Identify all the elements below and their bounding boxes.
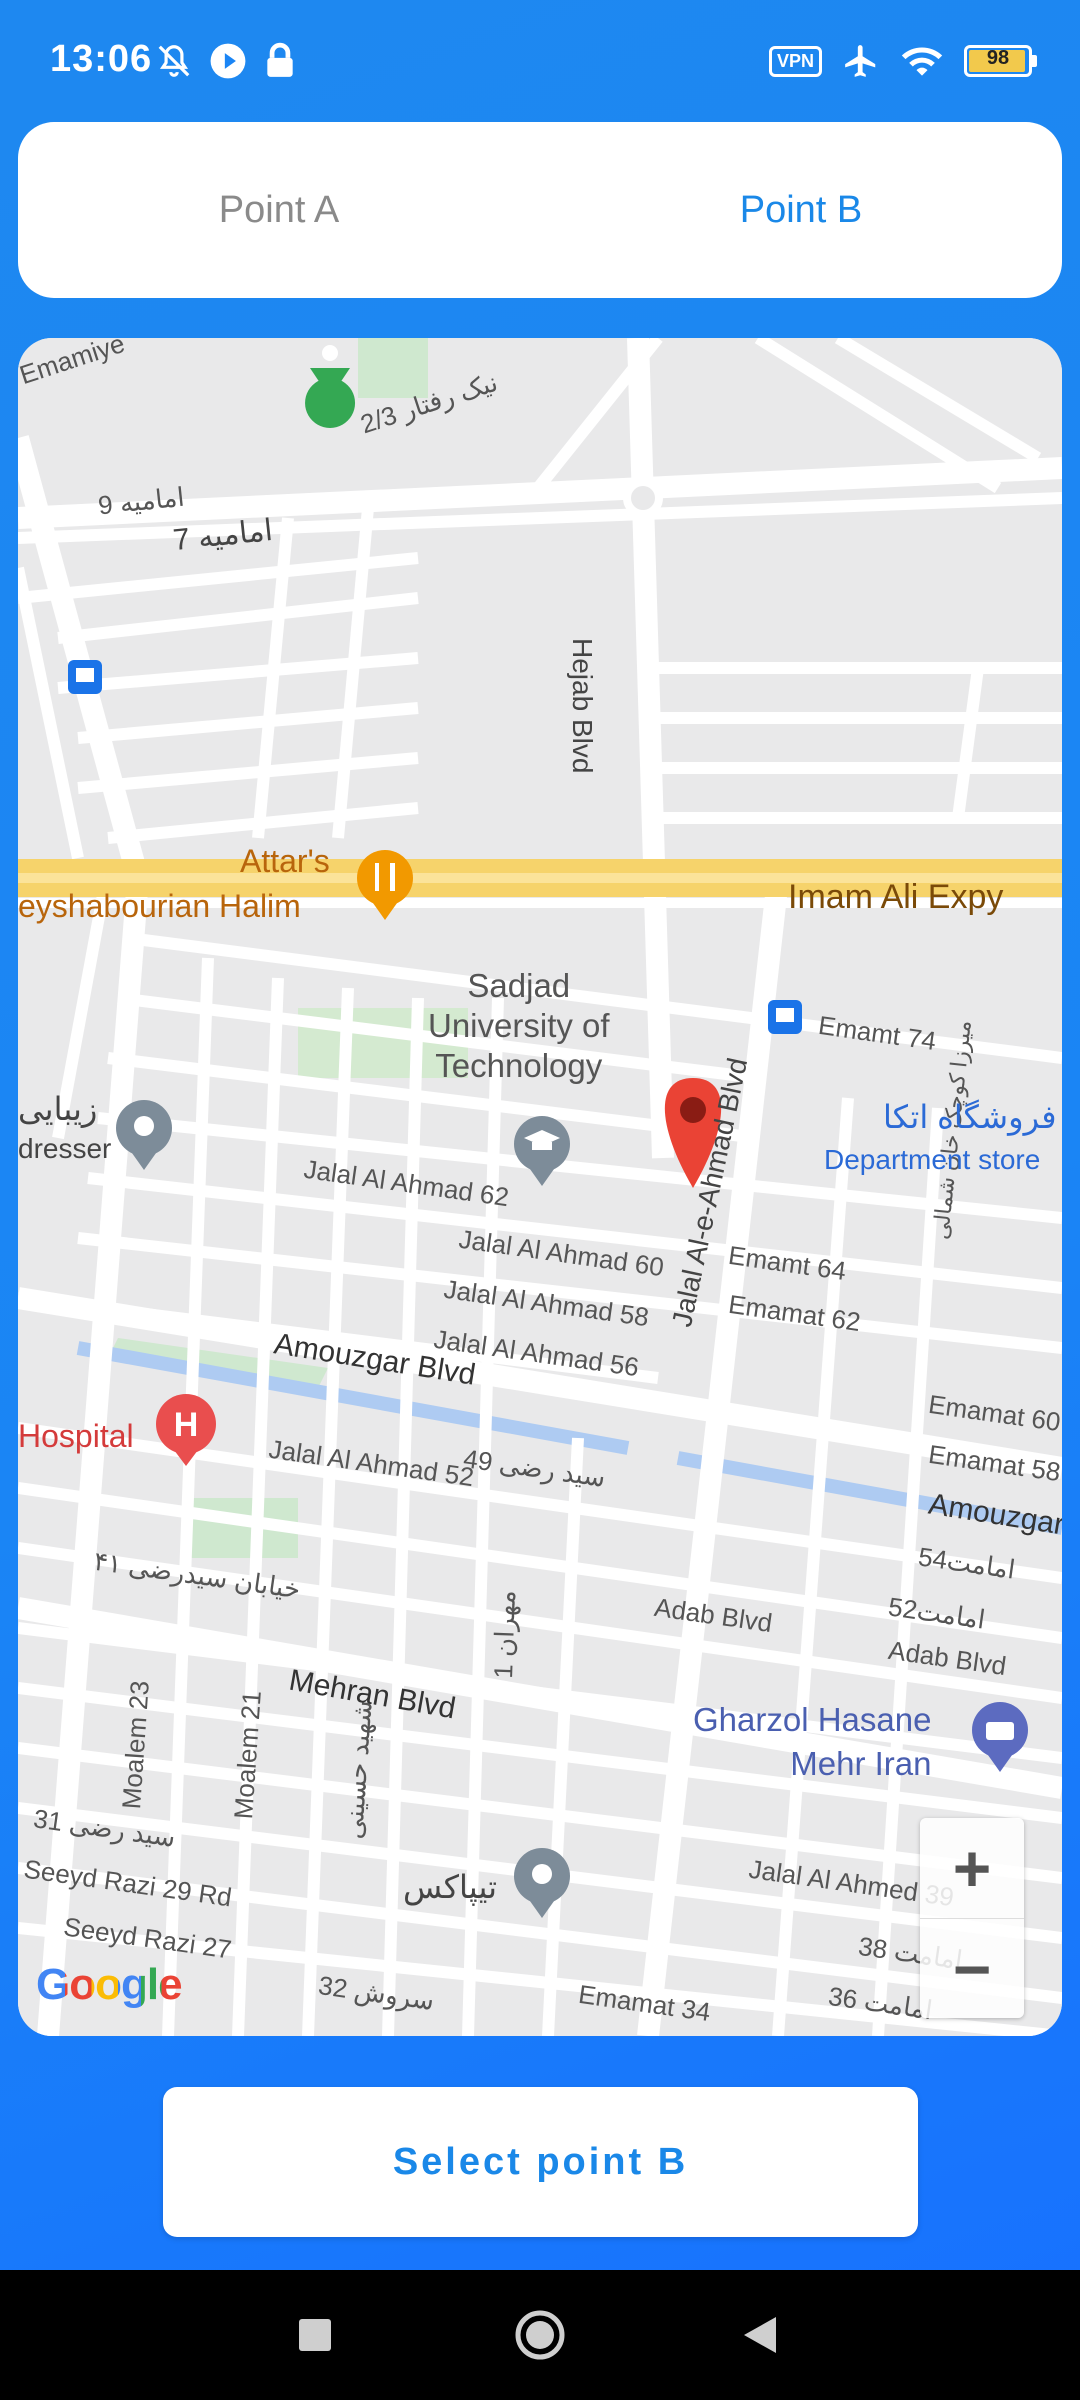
- bus-stop-icon[interactable]: [68, 660, 102, 694]
- zoom-out-button[interactable]: −: [920, 1918, 1024, 2019]
- system-icons: VPN 98: [768, 42, 1037, 80]
- back-triangle-icon: [744, 2317, 776, 2353]
- airplane-icon: [845, 45, 876, 77]
- wifi-icon: [901, 47, 943, 76]
- play-icon: [210, 43, 246, 79]
- zoom-in-button[interactable]: +: [920, 1818, 1024, 1918]
- lock-icon: [267, 42, 293, 77]
- street-label: Imam Ali Expy: [788, 878, 1004, 916]
- notification-icons: [155, 40, 297, 82]
- back-button[interactable]: [680, 2270, 840, 2400]
- google-attribution: Google: [36, 1960, 183, 2009]
- point-tabs: Point A Point B: [18, 122, 1062, 298]
- google-logo: Google: [36, 1960, 183, 2010]
- battery-icon: 98: [964, 45, 1037, 77]
- vpn-badge: VPN: [768, 45, 822, 77]
- home-button[interactable]: [460, 2270, 620, 2400]
- poi-label-sadjad[interactable]: Sadjad University of Technology: [428, 966, 610, 1086]
- poi-label-halim[interactable]: eyshabourian Halim: [18, 888, 301, 925]
- poi-label-department-store[interactable]: Department store: [824, 1144, 1040, 1176]
- status-bar: 13:06 VPN 98: [0, 0, 1080, 120]
- street-label: مهران 1: [488, 1589, 522, 1680]
- svg-text:H: H: [174, 1406, 199, 1444]
- poi-label-attars[interactable]: Attar's: [240, 843, 330, 880]
- tab-point-b[interactable]: Point B: [540, 122, 1062, 298]
- poi-label-gharzol[interactable]: Gharzol Hasane Mehr Iran: [693, 1698, 931, 1786]
- poi-label-tipax[interactable]: تیپاکس: [403, 1868, 497, 1906]
- poi-label-hospital[interactable]: Hospital: [18, 1418, 134, 1455]
- select-point-button[interactable]: Select point B: [163, 2087, 918, 2237]
- tab-point-a[interactable]: Point A: [18, 122, 540, 298]
- poi-label-dresser[interactable]: dresser: [18, 1133, 111, 1165]
- bus-stop-icon[interactable]: [768, 1000, 802, 1034]
- navigation-bar: [0, 2270, 1080, 2400]
- zoom-controls: + −: [920, 1818, 1024, 2018]
- map-view[interactable]: H Emamiye 2/3 نیک رفتار امامیه 9 امامیه …: [18, 338, 1062, 2036]
- poi-label-etka[interactable]: فروشگاه اتکا: [883, 1098, 1057, 1136]
- circle-icon: [515, 2310, 565, 2360]
- poi-label-zibaei[interactable]: زیبایی: [18, 1090, 97, 1128]
- square-icon: [299, 2319, 331, 2351]
- bell-off-icon: [158, 45, 190, 77]
- recent-apps-button[interactable]: [235, 2270, 395, 2400]
- street-label: Hejab Blvd: [567, 638, 598, 774]
- clock: 13:06: [50, 38, 153, 80]
- battery-level: 98: [986, 47, 1010, 69]
